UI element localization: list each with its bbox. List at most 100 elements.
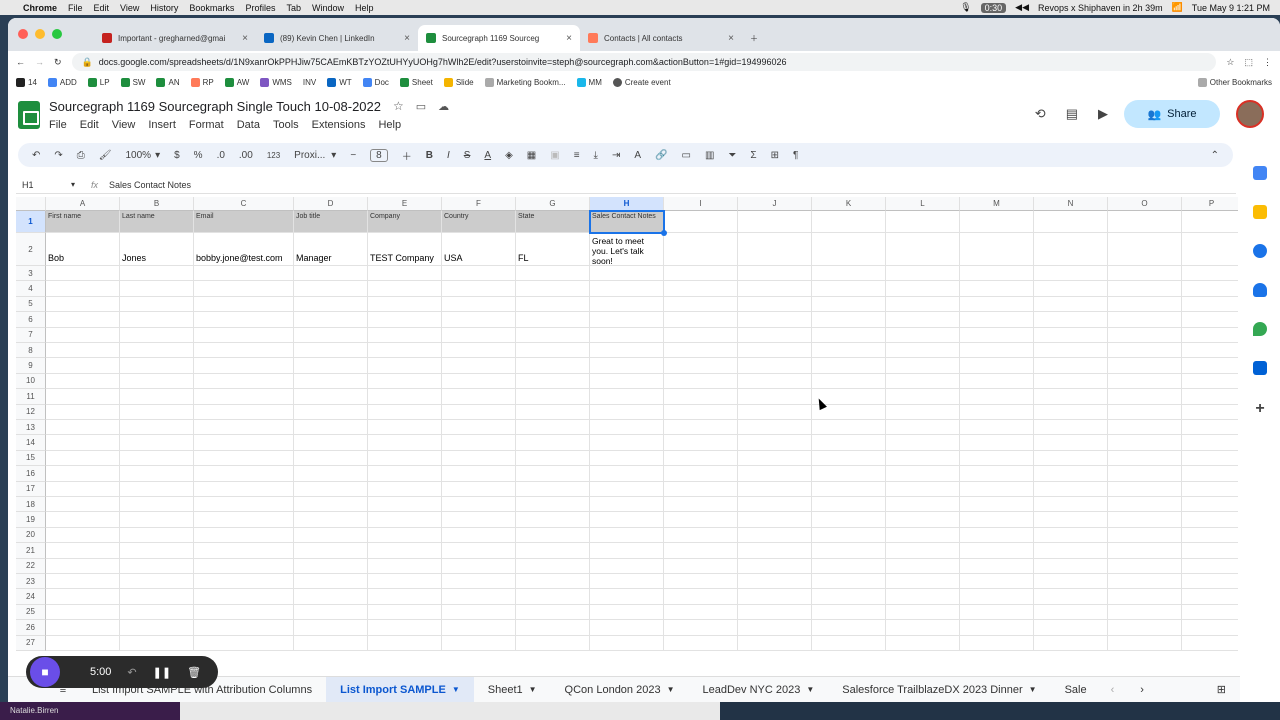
menu-profiles[interactable]: Profiles bbox=[245, 3, 275, 13]
cell-K2[interactable] bbox=[812, 233, 886, 266]
cell-C1[interactable]: Email bbox=[194, 211, 294, 233]
cell-H10[interactable] bbox=[590, 373, 664, 390]
cell-P23[interactable] bbox=[1182, 574, 1238, 590]
cell-P3[interactable] bbox=[1182, 266, 1238, 282]
row-header[interactable]: 11 bbox=[16, 389, 46, 405]
cell-N5[interactable] bbox=[1034, 296, 1108, 313]
cell-D22[interactable] bbox=[294, 558, 368, 574]
cell-K14[interactable] bbox=[812, 435, 886, 451]
cell-E13[interactable] bbox=[368, 420, 442, 436]
cell-G18[interactable] bbox=[516, 497, 590, 513]
menu-view[interactable]: View bbox=[120, 3, 139, 13]
row-header[interactable]: 19 bbox=[16, 512, 46, 528]
sheets-menu-help[interactable]: Help bbox=[378, 119, 401, 131]
cell-D19[interactable] bbox=[294, 512, 368, 528]
bookmark-marketing[interactable]: Marketing Bookm... bbox=[484, 78, 566, 87]
cell-K8[interactable] bbox=[812, 343, 886, 359]
cell-B20[interactable] bbox=[120, 527, 194, 544]
cell-F25[interactable] bbox=[442, 604, 516, 621]
cell-N17[interactable] bbox=[1034, 481, 1108, 497]
cell-M3[interactable] bbox=[960, 266, 1034, 282]
add-on-plus-icon[interactable]: + bbox=[1255, 400, 1264, 418]
cell-K21[interactable] bbox=[812, 543, 886, 559]
cell-I22[interactable] bbox=[664, 558, 738, 574]
cell-J24[interactable] bbox=[738, 589, 812, 605]
cell-K20[interactable] bbox=[812, 527, 886, 544]
cell-C7[interactable] bbox=[194, 327, 294, 343]
cell-N1[interactable] bbox=[1034, 211, 1108, 233]
functions-icon[interactable]: Σ bbox=[750, 150, 756, 161]
cell-J20[interactable] bbox=[738, 527, 812, 544]
cell-A22[interactable] bbox=[46, 558, 120, 574]
cell-M8[interactable] bbox=[960, 343, 1034, 359]
cell-N23[interactable] bbox=[1034, 574, 1108, 590]
cell-O20[interactable] bbox=[1108, 527, 1182, 544]
cell-F8[interactable] bbox=[442, 343, 516, 359]
cell-O13[interactable] bbox=[1108, 420, 1182, 436]
cell-P18[interactable] bbox=[1182, 497, 1238, 513]
cell-E15[interactable] bbox=[368, 450, 442, 467]
cell-C10[interactable] bbox=[194, 373, 294, 390]
row-header[interactable]: 27 bbox=[16, 635, 46, 651]
cell-J15[interactable] bbox=[738, 450, 812, 467]
cell-J6[interactable] bbox=[738, 312, 812, 328]
table-icon[interactable]: ⊞ bbox=[771, 150, 779, 161]
forward-icon[interactable]: → bbox=[35, 57, 44, 67]
cell-I19[interactable] bbox=[664, 512, 738, 528]
cell-I18[interactable] bbox=[664, 497, 738, 513]
tab-hubspot[interactable]: Contacts | All contacts × bbox=[580, 25, 742, 51]
cell-D26[interactable] bbox=[294, 620, 368, 636]
cell-O11[interactable] bbox=[1108, 389, 1182, 405]
cell-B23[interactable] bbox=[120, 574, 194, 590]
cell-K26[interactable] bbox=[812, 620, 886, 636]
menu-bookmarks[interactable]: Bookmarks bbox=[189, 3, 234, 13]
bookmark-add[interactable]: ADD bbox=[47, 78, 77, 87]
column-header[interactable]: I bbox=[664, 197, 738, 211]
bookmark-mm[interactable]: MM bbox=[576, 78, 602, 87]
share-button[interactable]: 👥 Share bbox=[1124, 100, 1220, 128]
cell-O14[interactable] bbox=[1108, 435, 1182, 451]
row-header[interactable]: 2 bbox=[16, 233, 46, 266]
cell-M21[interactable] bbox=[960, 543, 1034, 559]
cell-D17[interactable] bbox=[294, 481, 368, 497]
percent-format-button[interactable]: % bbox=[194, 150, 203, 161]
cell-M22[interactable] bbox=[960, 558, 1034, 574]
cell-K18[interactable] bbox=[812, 497, 886, 513]
cell-H3[interactable] bbox=[590, 266, 664, 282]
row-header[interactable]: 21 bbox=[16, 543, 46, 559]
bookmark-wt[interactable]: WT bbox=[327, 78, 352, 87]
cell-O25[interactable] bbox=[1108, 604, 1182, 621]
cell-K27[interactable] bbox=[812, 635, 886, 651]
cell-H22[interactable] bbox=[590, 558, 664, 574]
cell-L2[interactable] bbox=[886, 233, 960, 266]
cell-G20[interactable] bbox=[516, 527, 590, 544]
cell-E8[interactable] bbox=[368, 343, 442, 359]
cell-P13[interactable] bbox=[1182, 420, 1238, 436]
cell-O2[interactable] bbox=[1108, 233, 1182, 266]
cell-G27[interactable] bbox=[516, 635, 590, 651]
row-header[interactable]: 26 bbox=[16, 620, 46, 636]
cell-F4[interactable] bbox=[442, 281, 516, 297]
caret-down-icon[interactable]: ▼ bbox=[1029, 685, 1037, 694]
name-box[interactable]: H1 bbox=[16, 180, 71, 190]
cell-O10[interactable] bbox=[1108, 373, 1182, 390]
cell-G6[interactable] bbox=[516, 312, 590, 328]
cell-I14[interactable] bbox=[664, 435, 738, 451]
tasks-icon[interactable] bbox=[1253, 244, 1267, 258]
link-icon[interactable]: 🔗 bbox=[655, 150, 667, 161]
close-tab-icon[interactable]: × bbox=[242, 33, 248, 44]
cell-N21[interactable] bbox=[1034, 543, 1108, 559]
comments-icon[interactable]: ▤ bbox=[1066, 106, 1078, 122]
star-icon[interactable]: ☆ bbox=[393, 99, 404, 113]
cell-J17[interactable] bbox=[738, 481, 812, 497]
cloud-status-icon[interactable]: ☁ bbox=[438, 100, 449, 113]
cell-D14[interactable] bbox=[294, 435, 368, 451]
bookmark-rp[interactable]: RP bbox=[190, 78, 214, 87]
cell-L20[interactable] bbox=[886, 527, 960, 544]
bold-button[interactable]: B bbox=[426, 150, 433, 161]
cell-C4[interactable] bbox=[194, 281, 294, 297]
calendar-event[interactable]: Revops x Shiphaven in 2h 39m bbox=[1038, 3, 1163, 13]
menu-help[interactable]: Help bbox=[355, 3, 374, 13]
reload-icon[interactable]: ↻ bbox=[54, 57, 62, 68]
cell-F2[interactable]: USA bbox=[442, 233, 516, 266]
